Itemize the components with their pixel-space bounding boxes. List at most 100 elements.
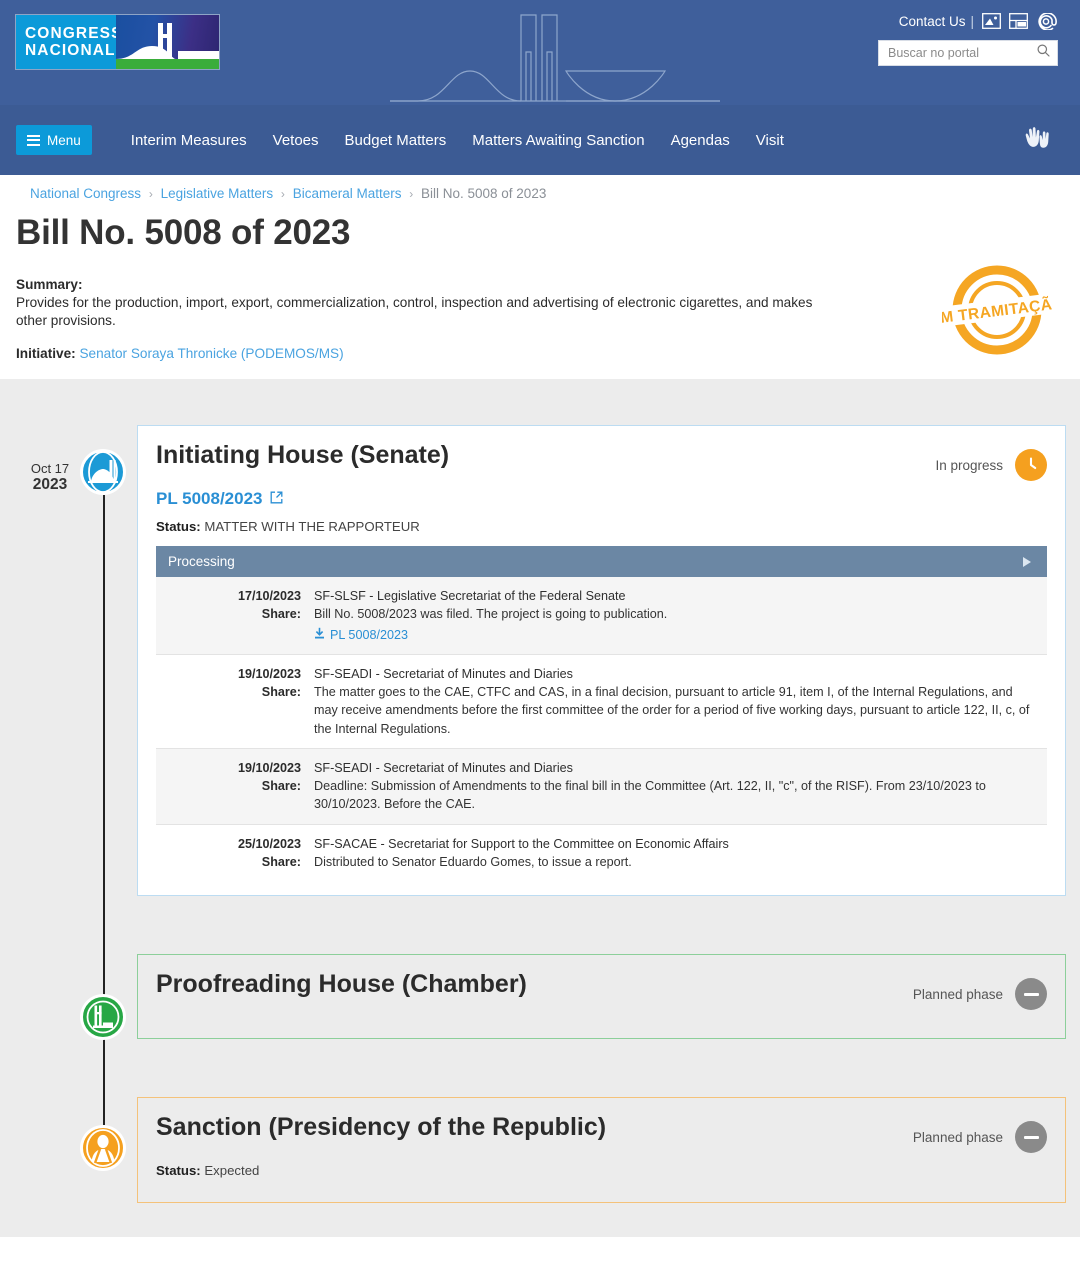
- timeline-date-day: Oct 17: [30, 461, 70, 477]
- search-box[interactable]: [878, 40, 1058, 66]
- phase-status: Status: MATTER WITH THE RAPPORTEUR: [156, 519, 1047, 534]
- row-date: 19/10/2023: [237, 760, 301, 775]
- row-organization: SF-SEADI - Secretariat of Minutes and Di…: [314, 760, 573, 775]
- initiative-label: Initiative:: [16, 346, 76, 362]
- phase-card-header: Sanction (Presidency of the Republic) Pl…: [156, 1113, 1047, 1154]
- at-sign-icon[interactable]: [1036, 12, 1058, 30]
- nav-item-budget-matters[interactable]: Budget Matters: [345, 132, 447, 149]
- phase-status-label: Status:: [156, 519, 201, 535]
- table-row: 17/10/2023 Share: SF-SLSF - Legislative …: [156, 577, 1047, 655]
- phase-card-sanction: Sanction (Presidency of the Republic) Pl…: [137, 1097, 1066, 1204]
- row-meta: 19/10/2023 Share:: [156, 665, 314, 738]
- summary-label: Summary:: [16, 277, 83, 292]
- sign-language-hands-icon[interactable]: [1022, 124, 1052, 157]
- senate-dome-icon: [80, 449, 126, 496]
- menu-button-label: Menu: [47, 132, 81, 148]
- em-tramitacao-stamp: EM TRAMITAÇÃO: [942, 265, 1052, 355]
- bill-link-label: PL 5008/2023: [156, 489, 263, 509]
- phase-card-senate: Initiating House (Senate) In progress PL…: [137, 425, 1066, 897]
- phase-card-header: Initiating House (Senate) In progress: [156, 441, 1047, 482]
- nav-item-vetoes[interactable]: Vetoes: [273, 132, 319, 149]
- breadcrumb-item-bicameral-matters[interactable]: Bicameral Matters: [293, 186, 402, 201]
- phase-state-label: Planned phase: [912, 986, 1003, 1002]
- row-meta: 17/10/2023 Share:: [156, 587, 314, 644]
- window-icon[interactable]: [1009, 13, 1028, 29]
- table-row: 19/10/2023 Share: SF-SEADI - Secretariat…: [156, 748, 1047, 825]
- processing-table-header[interactable]: Processing: [156, 546, 1047, 578]
- row-body: SF-SEADI - Secretariat of Minutes and Di…: [314, 665, 1047, 738]
- breadcrumb-item-national-congress[interactable]: National Congress: [30, 186, 141, 201]
- breadcrumb: National Congress › Legislative Matters …: [16, 175, 1064, 205]
- nav-links: Interim Measures Vetoes Budget Matters M…: [131, 132, 784, 149]
- row-date: 19/10/2023: [237, 666, 301, 681]
- timeline-phase-senate: Oct 17 2023 Initiating House (Senate) In…: [0, 425, 1080, 1081]
- summary-text: Provides for the production, import, exp…: [16, 295, 813, 329]
- search-input[interactable]: [886, 45, 1037, 61]
- row-date: 17/10/2023: [237, 589, 301, 604]
- phase-state: Planned phase: [913, 1114, 1047, 1154]
- external-link-icon: [270, 489, 283, 509]
- contact-us-link[interactable]: Contact Us: [899, 14, 966, 29]
- phase-status-value: MATTER WITH THE RAPPORTEUR: [204, 519, 420, 535]
- row-body: SF-SEADI - Secretariat of Minutes and Di…: [314, 759, 1047, 814]
- timeline-spacer: [0, 896, 1080, 954]
- bill-timeline: Oct 17 2023 Initiating House (Senate) In…: [0, 379, 1080, 1238]
- table-row: 19/10/2023 Share: SF-SEADI - Secretariat…: [156, 655, 1047, 749]
- contact-separator: |: [970, 13, 974, 29]
- initiative-author-link[interactable]: Senator Soraya Thronicke (PODEMOS/MS): [79, 346, 343, 361]
- phase-state-label: In progress: [935, 457, 1003, 473]
- clock-icon: [1015, 449, 1047, 482]
- header-utility-area: Contact Us |: [878, 10, 1058, 66]
- phase-state: In progress: [935, 442, 1047, 482]
- hamburger-icon: [27, 134, 40, 146]
- timeline-connector-line: [103, 1025, 105, 1126]
- brasilia-skyline-illustration: [390, 14, 720, 102]
- nav-item-interim-measures[interactable]: Interim Measures: [131, 132, 247, 149]
- row-description: Bill No. 5008/2023 was filed. The projec…: [314, 607, 668, 622]
- breadcrumb-separator: ›: [148, 187, 153, 201]
- breadcrumb-current: Bill No. 5008 of 2023: [421, 186, 547, 201]
- nav-item-agendas[interactable]: Agendas: [671, 132, 730, 149]
- row-share-label[interactable]: Share:: [156, 605, 301, 623]
- search-icon[interactable]: [1037, 44, 1050, 62]
- processing-table: Processing 17/10/2023 Share: SF-SLSF - L…: [156, 546, 1047, 881]
- phase-title: Sanction (Presidency of the Republic): [156, 1113, 607, 1142]
- menu-button[interactable]: Menu: [16, 125, 92, 155]
- phase-status: Status: Expected: [156, 1163, 1047, 1178]
- summary-block: Summary: Provides for the production, im…: [16, 265, 1064, 375]
- page-body: National Congress › Legislative Matters …: [0, 175, 1080, 375]
- row-attachment-link[interactable]: PL 5008/2023: [314, 626, 408, 644]
- bill-external-link[interactable]: PL 5008/2023: [156, 489, 283, 509]
- logo-line-1: CONGRESSO: [25, 24, 136, 42]
- logo-brasilia-image: [116, 15, 219, 69]
- breadcrumb-item-legislative-matters[interactable]: Legislative Matters: [161, 186, 274, 201]
- initiative-row: Initiative: Senator Soraya Thronicke (PO…: [16, 346, 1064, 361]
- play-arrow-icon[interactable]: [1023, 556, 1031, 567]
- congresso-nacional-logo[interactable]: CONGRESSO NACIONAL: [15, 14, 220, 70]
- nav-item-matters-awaiting-sanction[interactable]: Matters Awaiting Sanction: [472, 132, 644, 149]
- phase-state: Planned phase: [912, 971, 1047, 1011]
- processing-table-title: Processing: [168, 554, 235, 570]
- row-share-label[interactable]: Share:: [156, 777, 301, 795]
- minus-icon: [1015, 1121, 1047, 1154]
- row-meta: 19/10/2023 Share:: [156, 759, 314, 814]
- row-meta: 25/10/2023 Share:: [156, 835, 314, 872]
- row-body: SF-SLSF - Legislative Secretariat of the…: [314, 587, 1047, 644]
- monitor-icon[interactable]: [982, 13, 1001, 29]
- timeline-spacer: [0, 1039, 1080, 1097]
- row-share-label[interactable]: Share:: [156, 683, 301, 701]
- row-description: The matter goes to the CAE, CTFC and CAS…: [314, 685, 1030, 736]
- nav-item-visit[interactable]: Visit: [756, 132, 784, 149]
- row-share-label[interactable]: Share:: [156, 853, 301, 871]
- row-body: SF-SACAE - Secretariat for Support to th…: [314, 835, 1047, 872]
- phase-title: Initiating House (Senate): [156, 441, 450, 470]
- row-organization: SF-SACAE - Secretariat for Support to th…: [314, 836, 729, 851]
- download-icon: [314, 626, 325, 644]
- row-date: 25/10/2023: [237, 836, 301, 851]
- site-header: CONGRESSO NACIONAL Contact Us |: [0, 0, 1080, 105]
- row-attachment-label: PL 5008/2023: [330, 627, 408, 642]
- timeline-phase-chamber: Proofreading House (Chamber) Planned pha…: [0, 894, 1080, 1041]
- row-organization: SF-SLSF - Legislative Secretariat of the…: [314, 589, 626, 604]
- timeline-phase-sanction: Sanction (Presidency of the Republic) Pl…: [0, 1025, 1080, 1204]
- chamber-deputies-icon: [80, 994, 126, 1041]
